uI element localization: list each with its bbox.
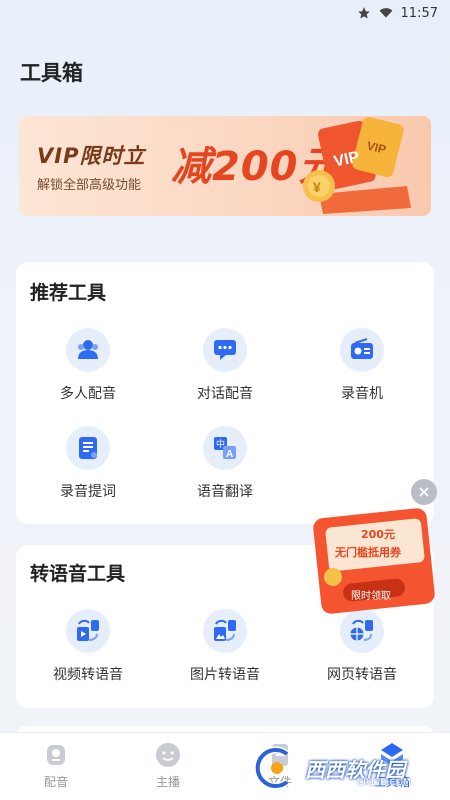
teleprompter-icon <box>66 426 110 470</box>
coupon-desc: 无门槛抵用券 <box>335 546 401 559</box>
tool-label: 语音翻译 <box>197 484 253 500</box>
site-watermark: 西西软件园 CR173.COM <box>247 744 433 792</box>
page-title: 工具箱 <box>20 61 83 85</box>
tool-label: 对话配音 <box>197 386 253 402</box>
recommended-tools-card: 推荐工具 多人配音 对话配音 录音机 录音提词 中A 语音翻译 <box>16 262 434 524</box>
coupon-float-ad[interactable]: 200元 无门槛抵用券 限时领取 <box>313 507 435 617</box>
banner-headline: VIP限时立 <box>37 144 146 168</box>
tool-label: 录音提词 <box>60 484 116 500</box>
anchor-face-icon <box>156 743 180 767</box>
tool-voice-translate[interactable]: 中A 语音翻译 <box>165 426 285 501</box>
tool-multi-person-dub[interactable]: 多人配音 <box>28 328 148 403</box>
tab-dub[interactable]: 配音 <box>16 741 96 790</box>
video-to-speech-icon <box>66 609 110 653</box>
tab-label: 配音 <box>43 775 68 789</box>
tool-label: 网页转语音 <box>327 667 397 683</box>
tool-label: 多人配音 <box>60 386 116 402</box>
star-icon <box>357 7 370 19</box>
recommended-tools-title: 推荐工具 <box>30 282 107 304</box>
close-ad-button[interactable] <box>411 479 437 505</box>
tool-image-to-speech[interactable]: 图片转语音 <box>165 609 285 684</box>
tool-web-to-speech[interactable]: 网页转语音 <box>302 609 422 684</box>
svg-text:¥: ¥ <box>313 179 321 195</box>
image-to-speech-icon <box>203 609 247 653</box>
vip-promo-banner[interactable]: VIP限时立 解锁全部高级功能 减200元 VIP VIP ¥ <box>19 116 431 216</box>
tool-record-teleprompter[interactable]: 录音提词 <box>28 426 148 501</box>
status-time: 11:57 <box>400 5 438 21</box>
banner-subtitle: 解锁全部高级功能 <box>37 178 142 193</box>
wifi-icon <box>379 8 392 18</box>
tool-dialog-dub[interactable]: 对话配音 <box>165 328 285 403</box>
tool-label: 视频转语音 <box>53 667 123 683</box>
watermark-url: CR173.COM <box>357 778 411 788</box>
to-speech-tools-title: 转语音工具 <box>30 563 126 585</box>
svg-text:A: A <box>226 449 233 460</box>
chat-bubble-icon <box>203 328 247 372</box>
tab-anchor[interactable]: 主播 <box>128 741 208 790</box>
watermark-logo-icon <box>254 746 290 790</box>
translate-icon: 中A <box>203 426 247 470</box>
recorder-icon <box>340 328 384 372</box>
coupon-amount: 200元 <box>361 528 395 541</box>
coupon-cta: 限时领取 <box>351 591 391 602</box>
status-bar: 11:57 <box>0 0 450 26</box>
close-icon <box>419 487 429 497</box>
tool-recorder[interactable]: 录音机 <box>302 328 422 403</box>
tool-video-to-speech[interactable]: 视频转语音 <box>28 609 148 684</box>
dub-icon <box>47 745 65 765</box>
tool-label: 录音机 <box>341 386 383 402</box>
tool-label: 图片转语音 <box>190 667 260 683</box>
svg-text:中: 中 <box>216 438 225 450</box>
multi-person-icon <box>66 328 110 372</box>
tab-label: 主播 <box>155 775 180 789</box>
vip-gift-box-icon: VIP VIP ¥ <box>303 116 411 214</box>
